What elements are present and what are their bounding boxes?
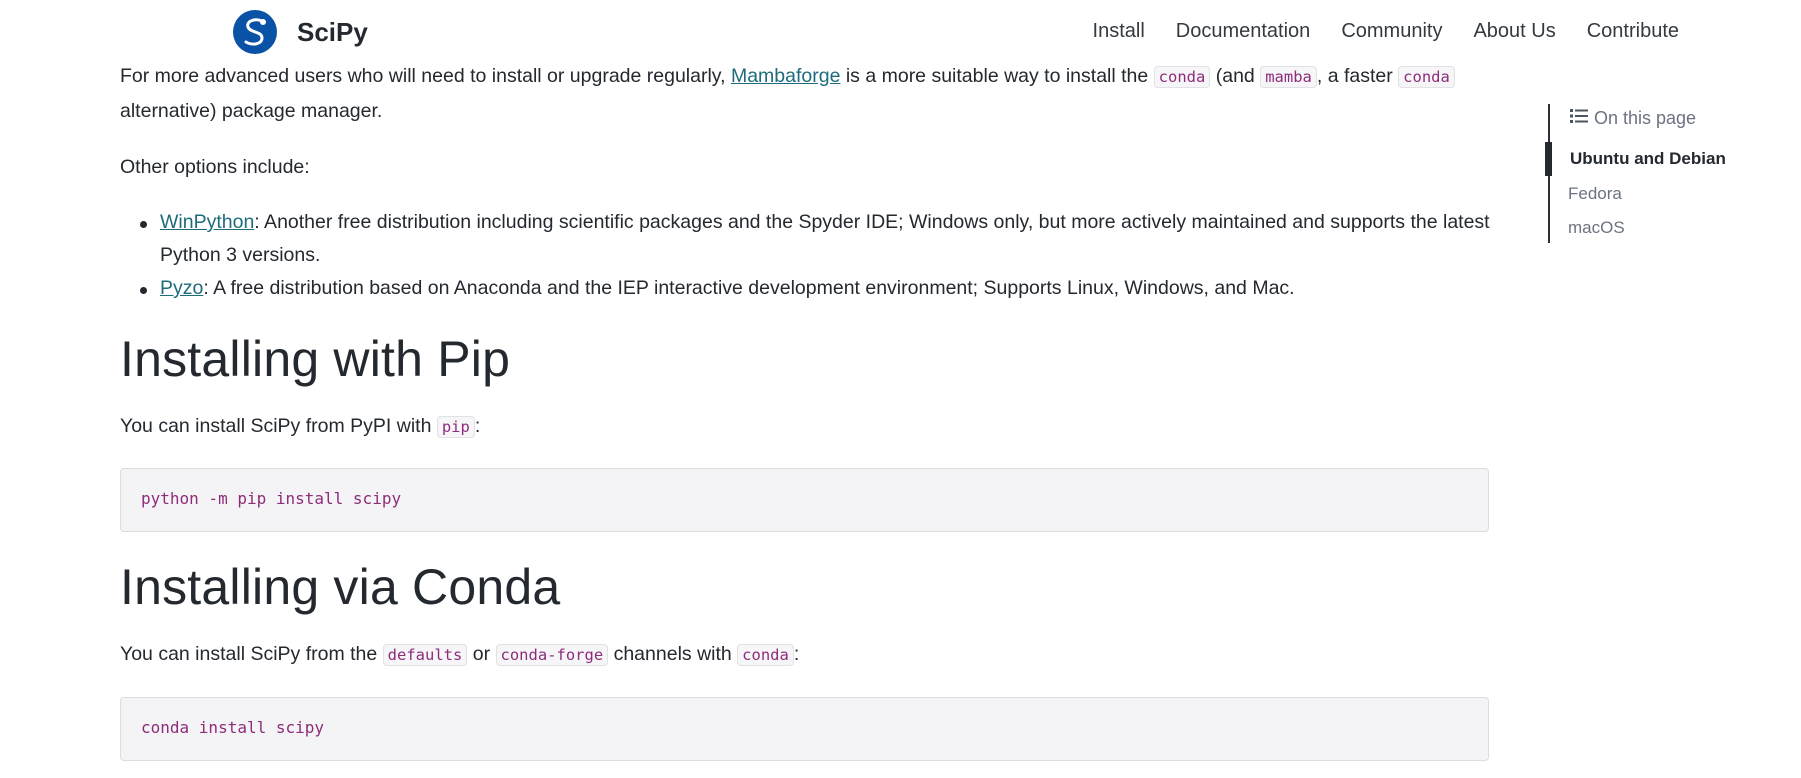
other-options-text: Other options include: — [120, 156, 310, 178]
brand-link[interactable]: SciPy — [233, 10, 368, 54]
text: : — [793, 643, 800, 665]
text: alternative) package manager. — [120, 100, 383, 122]
inline-code-conda: conda — [737, 644, 794, 666]
main-nav: Install Documentation Community About Us… — [1093, 20, 1679, 43]
conda-paragraph: You can install SciPy from the defaults … — [120, 637, 799, 672]
on-this-page-toc: On this page Ubuntu and Debian Fedora ma… — [1545, 104, 1788, 243]
inline-code-conda: conda — [1398, 66, 1455, 88]
toc-active-indicator — [1545, 142, 1552, 176]
text: You can install SciPy from the — [120, 643, 383, 665]
code-block-pip[interactable]: python -m pip install scipy — [120, 468, 1489, 532]
brand-name: SciPy — [297, 16, 368, 47]
nav-about-us[interactable]: About Us — [1473, 20, 1555, 43]
inline-code-mamba: mamba — [1260, 66, 1317, 88]
inline-code-conda: conda — [1153, 66, 1211, 88]
code-text: conda install scipy — [141, 718, 325, 737]
text: , a faster — [1316, 65, 1399, 87]
list-item-text: : Another free distribution including sc… — [160, 211, 1490, 266]
inline-code-defaults: defaults — [382, 644, 468, 666]
list-item: Pyzo: A free distribution based on Anaco… — [140, 272, 1490, 305]
inline-code-pip: pip — [436, 416, 475, 438]
toc-title: On this page — [1570, 108, 1696, 129]
list-item: WinPython: Another free distribution inc… — [140, 206, 1490, 272]
toc-title-text: On this page — [1594, 108, 1697, 128]
list-icon — [1570, 108, 1588, 129]
text: (and — [1210, 65, 1261, 87]
text: For more advanced users who will need to… — [120, 65, 731, 87]
text: : — [474, 415, 481, 437]
text: or — [467, 643, 496, 665]
site-header: SciPy Install Documentation Community Ab… — [0, 0, 1801, 66]
mambaforge-link[interactable]: Mambaforge — [731, 65, 840, 87]
heading-installing-via-conda: Installing via Conda — [120, 559, 561, 615]
nav-install[interactable]: Install — [1093, 20, 1145, 43]
scipy-logo-icon — [233, 10, 277, 54]
text: channels with — [608, 643, 738, 665]
nav-documentation[interactable]: Documentation — [1176, 20, 1311, 43]
text: is a more suitable way to install the — [840, 65, 1154, 87]
pyzo-link[interactable]: Pyzo — [160, 277, 203, 299]
nav-contribute[interactable]: Contribute — [1587, 20, 1679, 43]
inline-code-conda-forge: conda-forge — [495, 644, 609, 666]
mambaforge-paragraph: For more advanced users who will need to… — [120, 59, 1490, 128]
toc-item-macos[interactable]: macOS — [1568, 218, 1625, 238]
list-item-text: : A free distribution based on Anaconda … — [203, 277, 1295, 299]
code-text: python -m pip install scipy — [141, 489, 402, 508]
nav-community[interactable]: Community — [1341, 20, 1442, 43]
heading-installing-with-pip: Installing with Pip — [120, 331, 511, 387]
options-list: WinPython: Another free distribution inc… — [120, 206, 1490, 305]
text: You can install SciPy from PyPI with — [120, 415, 437, 437]
toc-item-ubuntu-and-debian[interactable]: Ubuntu and Debian — [1570, 149, 1726, 169]
winpython-link[interactable]: WinPython — [160, 211, 254, 233]
code-block-conda[interactable]: conda install scipy — [120, 697, 1489, 761]
toc-item-fedora[interactable]: Fedora — [1568, 184, 1622, 204]
pip-paragraph: You can install SciPy from PyPI with pip… — [120, 409, 480, 444]
